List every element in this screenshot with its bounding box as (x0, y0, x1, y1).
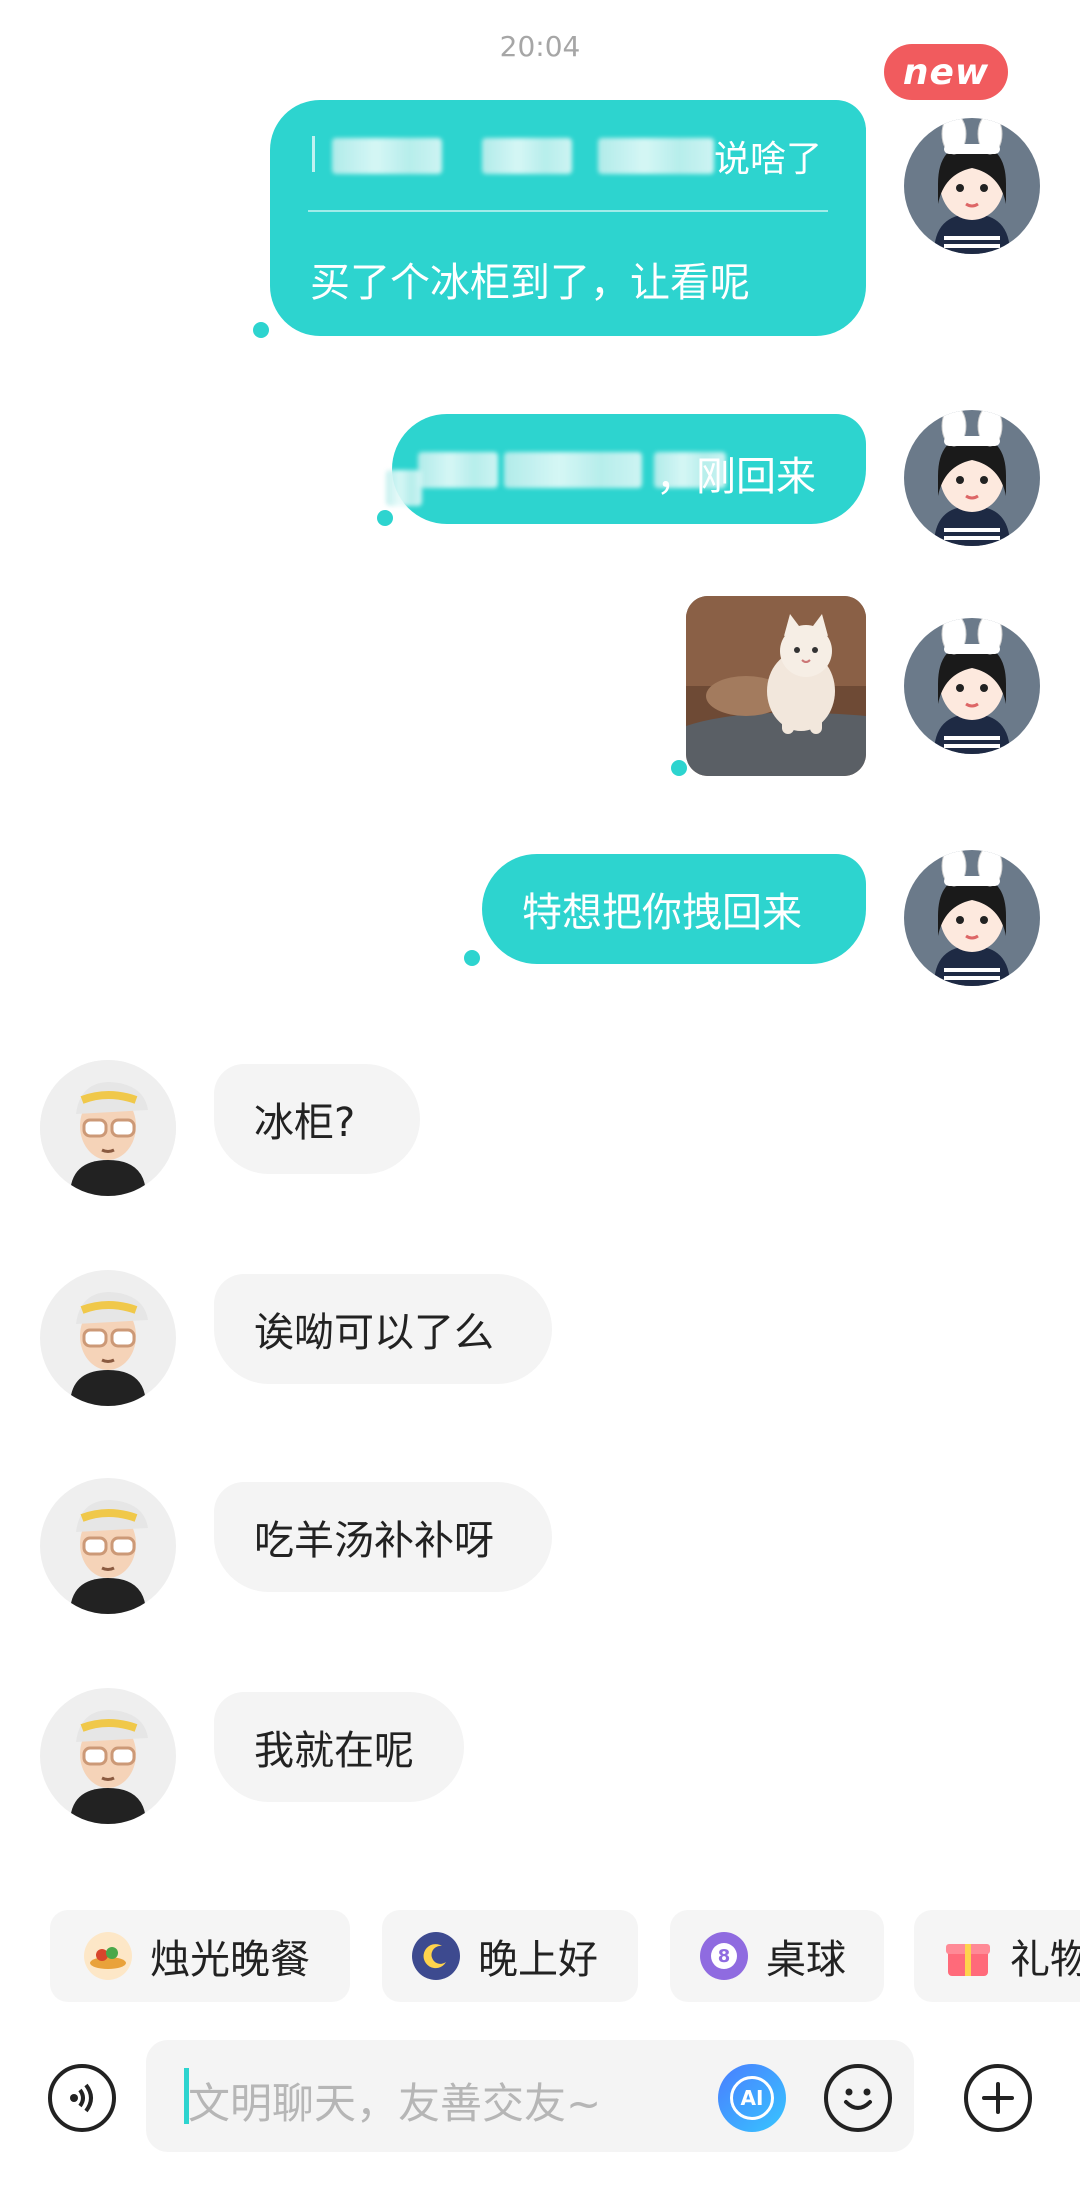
message-text: 冰柜? (254, 1100, 356, 1146)
incoming-message[interactable]: 诶呦可以了么 (214, 1274, 552, 1384)
redacted-text (418, 452, 498, 488)
quick-reply-billiards[interactable]: 8 桌球 (670, 1910, 884, 2002)
my-avatar[interactable] (904, 118, 1040, 254)
read-dot (377, 510, 393, 526)
incoming-message[interactable]: 我就在呢 (214, 1692, 464, 1802)
quick-reply-good-evening[interactable]: 晚上好 (382, 1910, 638, 2002)
boy-avatar-icon (40, 1270, 176, 1406)
new-badge: new (884, 44, 1008, 100)
girl-avatar-icon (904, 118, 1040, 254)
gift-icon (944, 1932, 992, 1980)
boy-avatar-icon (40, 1688, 176, 1824)
moon-icon (412, 1932, 460, 1980)
add-button[interactable] (964, 2064, 1032, 2132)
voice-icon (70, 2083, 93, 2113)
quoted-text-tail: 说啥了 (714, 139, 823, 180)
read-dot (253, 322, 269, 338)
candlelight-dinner-icon (84, 1932, 132, 1980)
quick-reply-candlelight-dinner[interactable]: 烛光晚餐 (50, 1910, 350, 2002)
redacted-text (386, 470, 422, 506)
ai-icon: AI (730, 2076, 774, 2120)
quick-reply-label: 烛光晚餐 (150, 1937, 310, 1983)
message-text: 诶呦可以了么 (254, 1310, 494, 1356)
outgoing-message-quote[interactable]: 说啥了 买了个冰柜到了，让看呢 (270, 100, 866, 336)
redacted-text (332, 138, 442, 174)
ai-assistant-button[interactable]: AI (718, 2064, 786, 2132)
redacted-text (482, 138, 572, 174)
billiard-ball-icon: 8 (700, 1932, 748, 1980)
girl-avatar-icon (904, 850, 1040, 986)
redacted-text (504, 452, 642, 488)
plus-icon (982, 2082, 1014, 2114)
quote-divider (308, 210, 828, 212)
message-text: 特想把你拽回来 (522, 890, 802, 936)
boy-avatar-icon (40, 1060, 176, 1196)
message-text: 买了个冰柜到了，让看呢 (310, 260, 750, 306)
my-avatar[interactable] (904, 618, 1040, 754)
contact-avatar[interactable] (40, 1270, 176, 1406)
cat-image-message[interactable] (686, 596, 866, 776)
smiley-icon (844, 2088, 872, 2110)
redacted-text (598, 138, 714, 174)
boy-avatar-icon (40, 1478, 176, 1614)
incoming-message[interactable]: 冰柜? (214, 1064, 420, 1174)
emoji-button[interactable] (824, 2064, 892, 2132)
quick-reply-bar: 烛光晚餐 晚上好 8 桌球 礼物 (0, 1910, 1080, 2002)
cat-photo-icon (686, 596, 866, 776)
quick-reply-label: 桌球 (766, 1937, 846, 1983)
read-dot (464, 950, 480, 966)
message-text: 我就在呢 (254, 1728, 414, 1774)
contact-avatar[interactable] (40, 1478, 176, 1614)
girl-avatar-icon (904, 618, 1040, 754)
message-text: ，刚回来 (656, 454, 816, 500)
message-text: 吃羊汤补补呀 (254, 1518, 494, 1564)
my-avatar[interactable] (904, 850, 1040, 986)
girl-avatar-icon (904, 410, 1040, 546)
quick-reply-label: 晚上好 (478, 1937, 598, 1983)
contact-avatar[interactable] (40, 1060, 176, 1196)
outgoing-message[interactable]: 特想把你拽回来 (482, 854, 866, 964)
quick-reply-gift[interactable]: 礼物 (914, 1910, 1080, 2002)
contact-avatar[interactable] (40, 1688, 176, 1824)
quick-reply-label: 礼物 (1010, 1937, 1080, 1983)
my-avatar[interactable] (904, 410, 1040, 546)
read-dot (671, 760, 687, 776)
outgoing-message[interactable]: ，刚回来 (392, 414, 866, 524)
quote-bar (312, 136, 315, 172)
incoming-message[interactable]: 吃羊汤补补呀 (214, 1482, 552, 1592)
input-placeholder: 文明聊天，友善交友~ (188, 2079, 602, 2128)
voice-button[interactable] (48, 2064, 116, 2132)
